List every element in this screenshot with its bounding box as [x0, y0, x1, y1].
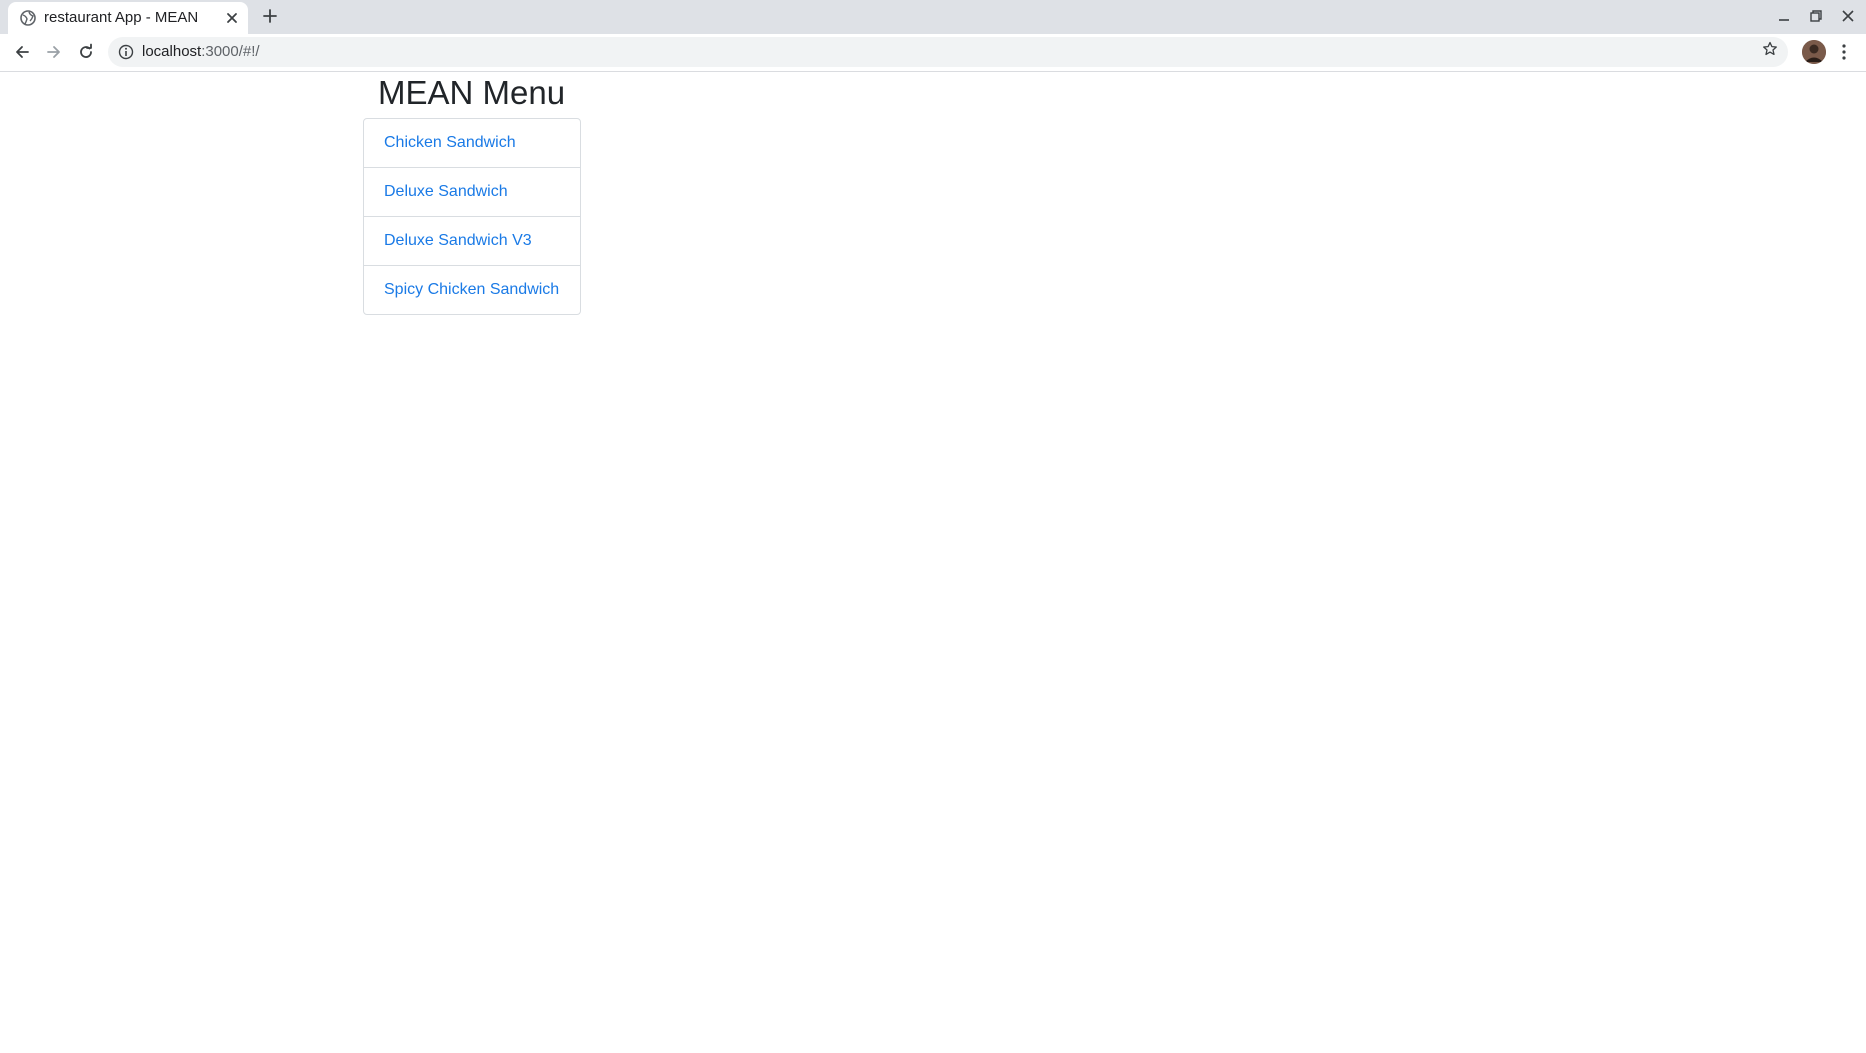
- page-content: MEAN Menu Chicken Sandwich Deluxe Sandwi…: [0, 72, 1866, 1053]
- close-window-icon[interactable]: [1840, 8, 1856, 24]
- avatar[interactable]: [1802, 40, 1826, 64]
- reload-icon[interactable]: [76, 42, 96, 62]
- restore-icon[interactable]: [1808, 8, 1824, 24]
- browser-tab[interactable]: restaurant App - MEAN: [8, 2, 248, 34]
- globe-icon: [20, 10, 36, 26]
- menu-link-spicy-chicken-sandwich[interactable]: Spicy Chicken Sandwich: [384, 281, 559, 298]
- menu-list: Chicken Sandwich Deluxe Sandwich Deluxe …: [363, 118, 581, 315]
- close-icon[interactable]: [224, 10, 240, 26]
- list-item: Deluxe Sandwich V3: [364, 217, 580, 266]
- tab-title: restaurant App - MEAN: [44, 9, 199, 26]
- info-icon[interactable]: [118, 44, 134, 60]
- menu-link-deluxe-sandwich-v3[interactable]: Deluxe Sandwich V3: [384, 232, 532, 249]
- menu-link-deluxe-sandwich[interactable]: Deluxe Sandwich: [384, 183, 508, 200]
- list-item: Chicken Sandwich: [364, 119, 580, 168]
- plus-icon[interactable]: [260, 6, 280, 26]
- menu-link-chicken-sandwich[interactable]: Chicken Sandwich: [384, 134, 516, 151]
- kebab-menu-icon[interactable]: [1836, 42, 1852, 62]
- list-item: Spicy Chicken Sandwich: [364, 266, 580, 314]
- url-text[interactable]: localhost:3000/#!/: [142, 37, 260, 67]
- list-item: Deluxe Sandwich: [364, 168, 580, 217]
- minimize-icon[interactable]: [1776, 8, 1792, 24]
- tab-strip: restaurant App - MEAN: [0, 0, 1866, 34]
- forward-arrow-icon[interactable]: [44, 42, 64, 62]
- address-bar[interactable]: localhost:3000/#!/: [108, 37, 1788, 67]
- url-host: localhost: [142, 43, 202, 60]
- browser-toolbar: localhost:3000/#!/: [0, 34, 1866, 72]
- star-icon[interactable]: [1762, 41, 1778, 57]
- url-path: :3000/#!/: [201, 43, 260, 60]
- page-title: MEAN Menu: [378, 74, 566, 111]
- back-arrow-icon[interactable]: [12, 42, 32, 62]
